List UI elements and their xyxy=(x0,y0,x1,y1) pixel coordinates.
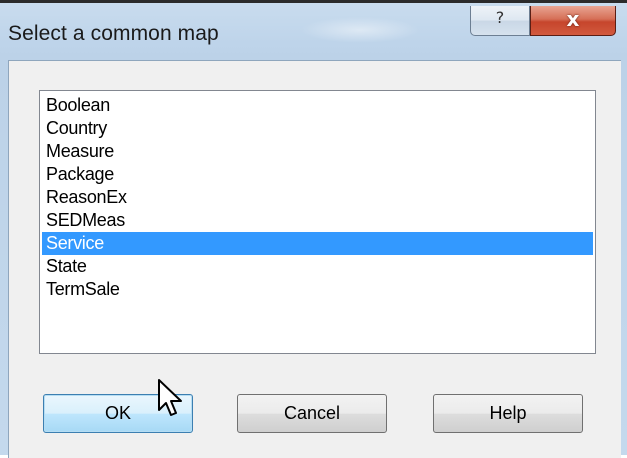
list-item-country[interactable]: Country xyxy=(42,117,593,140)
dialog-window: Select a common map ? x Boolean Country … xyxy=(0,0,627,458)
list-item-reasonex[interactable]: ReasonEx xyxy=(42,186,593,209)
dialog-client-area: Boolean Country Measure Package ReasonEx… xyxy=(8,60,621,458)
close-icon: x xyxy=(566,7,580,31)
list-item-service[interactable]: Service xyxy=(42,232,593,255)
title-help-button[interactable]: ? xyxy=(470,6,530,36)
list-item-package[interactable]: Package xyxy=(42,163,593,186)
ok-button[interactable]: OK xyxy=(43,394,193,433)
dialog-title: Select a common map xyxy=(8,22,219,45)
title-close-button[interactable]: x xyxy=(530,6,616,36)
help-button[interactable]: Help xyxy=(433,394,583,433)
title-bar-glass-highlight xyxy=(300,17,420,43)
list-item-boolean[interactable]: Boolean xyxy=(42,94,593,117)
cancel-button[interactable]: Cancel xyxy=(237,394,387,433)
list-item-measure[interactable]: Measure xyxy=(42,140,593,163)
question-mark-icon: ? xyxy=(495,8,505,27)
list-item-state[interactable]: State xyxy=(42,255,593,278)
list-item-sedmeas[interactable]: SEDMeas xyxy=(42,209,593,232)
map-listbox[interactable]: Boolean Country Measure Package ReasonEx… xyxy=(39,90,596,354)
list-item-termsale[interactable]: TermSale xyxy=(42,278,593,301)
